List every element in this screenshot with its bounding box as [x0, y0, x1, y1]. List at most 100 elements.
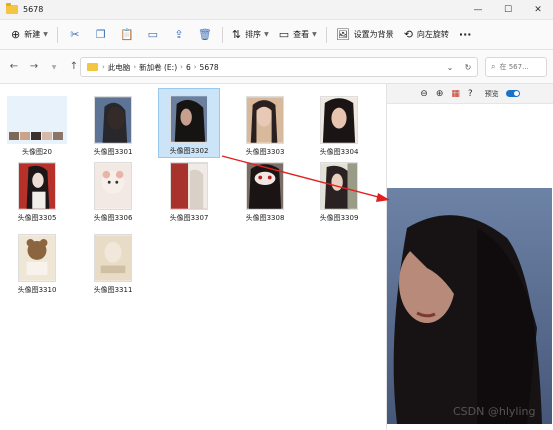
trash-icon: 🗑 [197, 28, 212, 41]
close-button[interactable]: ✕ [523, 0, 553, 19]
share-button[interactable]: ⇪ [166, 24, 192, 46]
file-item[interactable]: 头像图3306 [82, 156, 144, 226]
file-item[interactable]: 头像图3303 [234, 90, 296, 160]
file-item[interactable]: 头像图3308 [234, 156, 296, 226]
file-name: 头像图3309 [319, 214, 359, 222]
preview-image [387, 188, 552, 424]
chevron-down-icon: ⌄ [446, 62, 454, 72]
toolbar-divider [56, 26, 58, 43]
toolbar-divider [221, 26, 223, 43]
search-icon: ⌕ [491, 62, 496, 71]
image-thumbnail [320, 162, 358, 210]
address-bar[interactable]: › 此电脑 › 新加卷 (E:) › 6 › 5678 ⌄ ↻ [80, 57, 478, 77]
more-icon: ··· [458, 28, 472, 41]
file-item[interactable]: 头像图20 [6, 90, 68, 160]
file-name: 头像图3305 [17, 214, 57, 222]
view-button[interactable]: ▭ 查看 ▼ [274, 24, 322, 46]
title-bar: 5678 — ☐ ✕ [0, 0, 553, 20]
rotate-left-icon: ⟲ [403, 28, 413, 41]
preview-toolbar: ⊖ ⊕ ▦ ? 预览 [387, 84, 553, 104]
set-background-button[interactable]: 🖼 设置为背景 [331, 24, 399, 46]
watermark-text: CSDN @hlyling [453, 405, 536, 418]
address-history-button[interactable]: ⌄ [441, 63, 459, 72]
paste-icon: 📋 [119, 28, 134, 41]
arrow-up-icon: ↑ [69, 61, 79, 72]
chevron-right-icon: › [133, 63, 137, 71]
zoom-in-icon[interactable]: ⊕ [436, 89, 444, 99]
minimize-button[interactable]: — [463, 0, 493, 19]
chevron-down-icon: ▼ [264, 31, 269, 38]
image-thumbnail [246, 162, 284, 210]
sort-button[interactable]: ⇅ 排序 ▼ [227, 24, 274, 46]
image-thumbnail [94, 96, 132, 144]
breadcrumb-drive[interactable]: 新加卷 (E:) [139, 62, 177, 73]
chevron-right-icon: › [180, 63, 183, 71]
chevron-down-icon: ▼ [51, 64, 57, 71]
file-name: 头像图3310 [17, 286, 57, 294]
cut-button[interactable]: ✂ [62, 24, 88, 46]
window-title: 5678 [23, 5, 44, 14]
navigation-bar: ← → ▼ ↑ › 此电脑 › 新加卷 (E:) › 6 › 5678 ⌄ ↻ … [0, 50, 553, 84]
file-name: 头像图3307 [169, 214, 209, 222]
window-controls: — ☐ ✕ [463, 0, 553, 19]
file-item[interactable]: 头像图3304 [308, 90, 370, 160]
sort-icon: ⇅ [231, 28, 242, 41]
chevron-right-icon: › [193, 63, 197, 71]
maximize-button[interactable]: ☐ [493, 0, 523, 19]
breadcrumb-folder-5678[interactable]: 5678 [200, 63, 219, 72]
image-thumbnail [320, 96, 358, 144]
sort-label: 排序 [245, 30, 262, 39]
recent-locations-button[interactable]: ▼ [44, 61, 64, 72]
preview-pane: ⊖ ⊕ ▦ ? 预览 [386, 84, 553, 430]
paste-button[interactable]: 📋 [114, 24, 140, 46]
file-item[interactable]: 头像图3309 [308, 156, 370, 226]
new-label: 新建 [24, 30, 41, 39]
scissors-icon: ✂ [70, 28, 80, 41]
rename-button[interactable]: ▭ [140, 24, 166, 46]
image-thumbnail [246, 96, 284, 144]
breadcrumb-this-pc[interactable]: 此电脑 [108, 62, 131, 73]
search-input[interactable]: ⌕ 在 567... [485, 57, 547, 77]
preview-toggle-label: 预览 [484, 89, 499, 98]
help-icon[interactable]: ? [468, 89, 473, 99]
preview-toggle[interactable] [505, 90, 520, 97]
back-button[interactable]: ← [4, 61, 24, 72]
refresh-button[interactable]: ↻ [459, 63, 477, 72]
chevron-right-icon: › [102, 63, 105, 71]
delete-button[interactable]: 🗑 [192, 24, 218, 46]
plus-circle-icon: ⊕ [11, 28, 21, 41]
file-name: 头像图3306 [93, 214, 133, 222]
file-item[interactable]: 头像图3305 [6, 156, 68, 226]
copy-button[interactable]: ❐ [88, 24, 114, 46]
file-grid: 头像图20 头像图3301 头像图3302 头像图3303 头像图3304 头像… [0, 84, 386, 430]
zoom-out-icon[interactable]: ⊖ [420, 89, 428, 99]
image-thumbnail [7, 96, 67, 144]
toolbar-divider [325, 26, 327, 43]
file-item[interactable]: 头像图3311 [82, 228, 144, 298]
image-thumbnail [170, 95, 208, 143]
preview-body [387, 104, 553, 430]
rotate-left-button[interactable]: ⟲ 向左旋转 [399, 24, 454, 46]
forward-button[interactable]: → [24, 61, 44, 72]
wallpaper-icon: 🖼 [335, 28, 350, 41]
file-item[interactable]: 头像图3307 [158, 156, 220, 226]
copy-icon: ❐ [95, 28, 106, 41]
grid-icon[interactable]: ▦ [451, 89, 460, 99]
folder-icon [87, 63, 98, 71]
file-item[interactable]: 头像图3301 [82, 90, 144, 160]
image-thumbnail [170, 162, 208, 210]
view-label: 查看 [293, 30, 310, 39]
file-item[interactable]: 头像图3310 [6, 228, 68, 298]
view-icon: ▭ [278, 28, 290, 41]
new-button[interactable]: ⊕ 新建 ▼ [6, 24, 53, 46]
file-name: 头像图3311 [93, 286, 133, 294]
image-thumbnail [18, 162, 56, 210]
image-thumbnail [94, 234, 132, 282]
file-item[interactable]: 头像图3302 [158, 88, 220, 158]
share-icon: ⇪ [174, 28, 184, 41]
image-thumbnail [18, 234, 56, 282]
command-bar: ⊕ 新建 ▼ ✂ ❐ 📋 ▭ ⇪ 🗑 ⇅ 排序 ▼ ▭ 查看 ▼ 🖼 设置为背景… [0, 20, 553, 50]
more-button[interactable]: ··· [454, 24, 477, 46]
image-thumbnail [94, 162, 132, 210]
breadcrumb-folder-6[interactable]: 6 [186, 63, 191, 72]
